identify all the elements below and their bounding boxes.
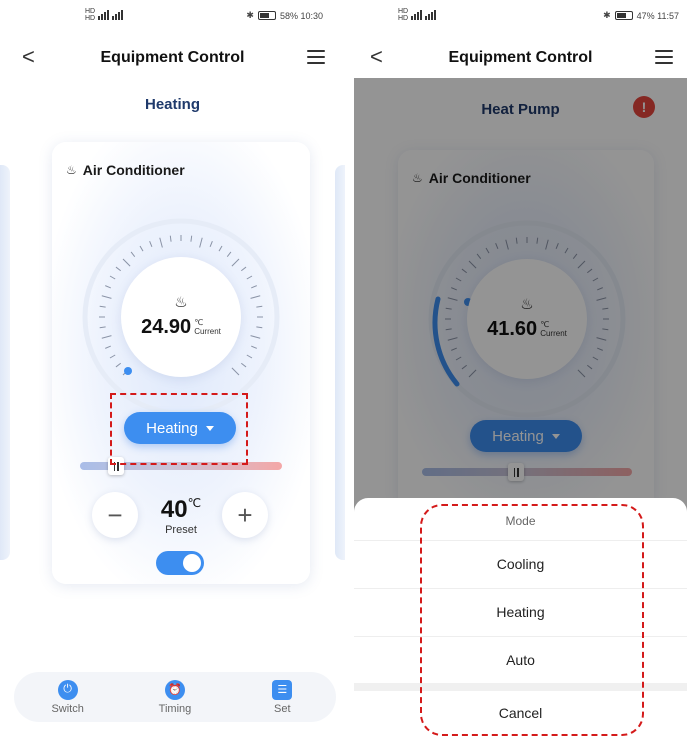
network-indicators: HD HD [85, 8, 124, 22]
dial-tick [99, 326, 106, 329]
tab-timing[interactable]: ⏰ Timing [140, 679, 210, 715]
tab-label: Timing [158, 702, 192, 715]
dial-tick [169, 235, 172, 242]
dial-tick [250, 295, 261, 299]
dial-tick [250, 335, 261, 339]
dial-tick [226, 251, 232, 258]
temperature-dial[interactable]: ♨ 24.90 ℃ Current [76, 212, 286, 422]
heater-icon: ♨ [66, 163, 77, 177]
dial-tick [256, 326, 263, 329]
dial-tick [109, 275, 116, 280]
tab-switch[interactable]: ⏻ Switch [33, 679, 103, 715]
power-icon: ⏻ [57, 679, 78, 700]
dial-tick [101, 335, 112, 339]
dial-tick [190, 235, 193, 242]
signal-icon [425, 10, 437, 20]
dial-tick [115, 362, 122, 368]
network-indicators: HD HD [398, 8, 437, 22]
card-header: ♨ Air Conditioner [66, 162, 185, 178]
tab-label: Set [274, 702, 291, 715]
dial-tick [256, 305, 263, 308]
temperature-readout: ♨ 24.90 ℃ Current [121, 257, 241, 377]
bottom-tab-bar: ⏻ Switch ⏰ Timing ☰ Set [14, 672, 336, 722]
menu-icon[interactable] [655, 50, 673, 64]
dial-tick [246, 275, 253, 280]
dial-tick [246, 354, 253, 359]
prev-card-peek[interactable] [0, 165, 10, 560]
highlight-box [420, 504, 644, 736]
status-right: ✱ 58% 10:30 [246, 10, 323, 21]
status-bar: HD HD ✱ 47% 11:57 [354, 0, 687, 32]
tab-set[interactable]: ☰ Set [247, 679, 317, 715]
back-icon[interactable]: < [22, 44, 35, 70]
signal-icon [98, 10, 110, 20]
power-toggle[interactable] [156, 551, 204, 575]
current-temperature: 24.90 [141, 315, 192, 338]
highlight-box [110, 393, 248, 465]
dial-tick [251, 285, 257, 289]
left-screen: HD HD ✱ 58% 10:30 < Equipment Control Hea… [0, 0, 345, 740]
hd-icon: HD HD [398, 8, 409, 22]
bluetooth-icon: ✱ [246, 10, 254, 20]
dial-tick [251, 345, 257, 349]
dial-tick [231, 258, 240, 267]
status-bar: HD HD ✱ 58% 10:30 [0, 0, 345, 32]
right-screen: HD HD ✱ 47% 11:57 < Equipment Control Hea… [354, 0, 687, 740]
dial-tick [231, 367, 240, 376]
dial-tick [199, 237, 203, 248]
battery-icon [257, 11, 276, 20]
nav-bar: < Equipment Control [354, 38, 687, 78]
dial-tick [122, 258, 131, 267]
current-label: Current [194, 326, 221, 336]
dial-tick [115, 266, 122, 272]
device-name: Air Conditioner [82, 162, 185, 178]
decrease-button[interactable]: − [92, 492, 138, 538]
dial-tick [218, 245, 223, 252]
dial-tick [209, 241, 213, 247]
section-title: Heating [144, 96, 200, 113]
dial-tick [105, 345, 111, 349]
nav-bar: < Equipment Control [0, 38, 345, 78]
preset-temperature: 40℃ Preset [146, 496, 216, 536]
page-title: Equipment Control [100, 49, 245, 66]
signal-icon [411, 10, 423, 20]
dial-tick [105, 285, 111, 289]
back-icon[interactable]: < [370, 44, 383, 70]
dial-tick [99, 305, 106, 308]
page-title: Equipment Control [448, 49, 593, 66]
dial-tick [240, 362, 247, 368]
tab-label: Switch [51, 702, 84, 715]
hd-icon: HD HD [85, 8, 96, 22]
dial-tick [159, 237, 163, 248]
sliders-icon: ☰ [272, 679, 293, 700]
dial-tick [101, 295, 112, 299]
device-card: ♨ Air Conditioner ♨ 24.90 ℃ Current Heat… [52, 142, 310, 584]
temperature-unit: ℃ [194, 317, 204, 327]
dial-tick [139, 245, 144, 252]
signal-icon [112, 10, 124, 20]
preset-label: Preset [165, 524, 197, 536]
preset-unit: ℃ [187, 496, 202, 510]
dial-tick [240, 266, 247, 272]
increase-button[interactable]: + [222, 492, 268, 538]
next-card-peek[interactable] [335, 165, 345, 560]
alarm-clock-icon: ⏰ [164, 679, 185, 700]
status-text: 58% 10:30 [279, 10, 323, 21]
status-right: ✱ 47% 11:57 [603, 10, 679, 21]
dial-tick [109, 354, 116, 359]
dial-tick [149, 241, 153, 247]
battery-icon [614, 11, 633, 20]
menu-icon[interactable] [307, 50, 325, 64]
bluetooth-icon: ✱ [603, 10, 611, 20]
preset-value: 40 [160, 496, 188, 523]
dial-tick [130, 251, 136, 258]
heater-icon: ♨ [174, 293, 188, 311]
status-text: 47% 11:57 [636, 10, 679, 21]
